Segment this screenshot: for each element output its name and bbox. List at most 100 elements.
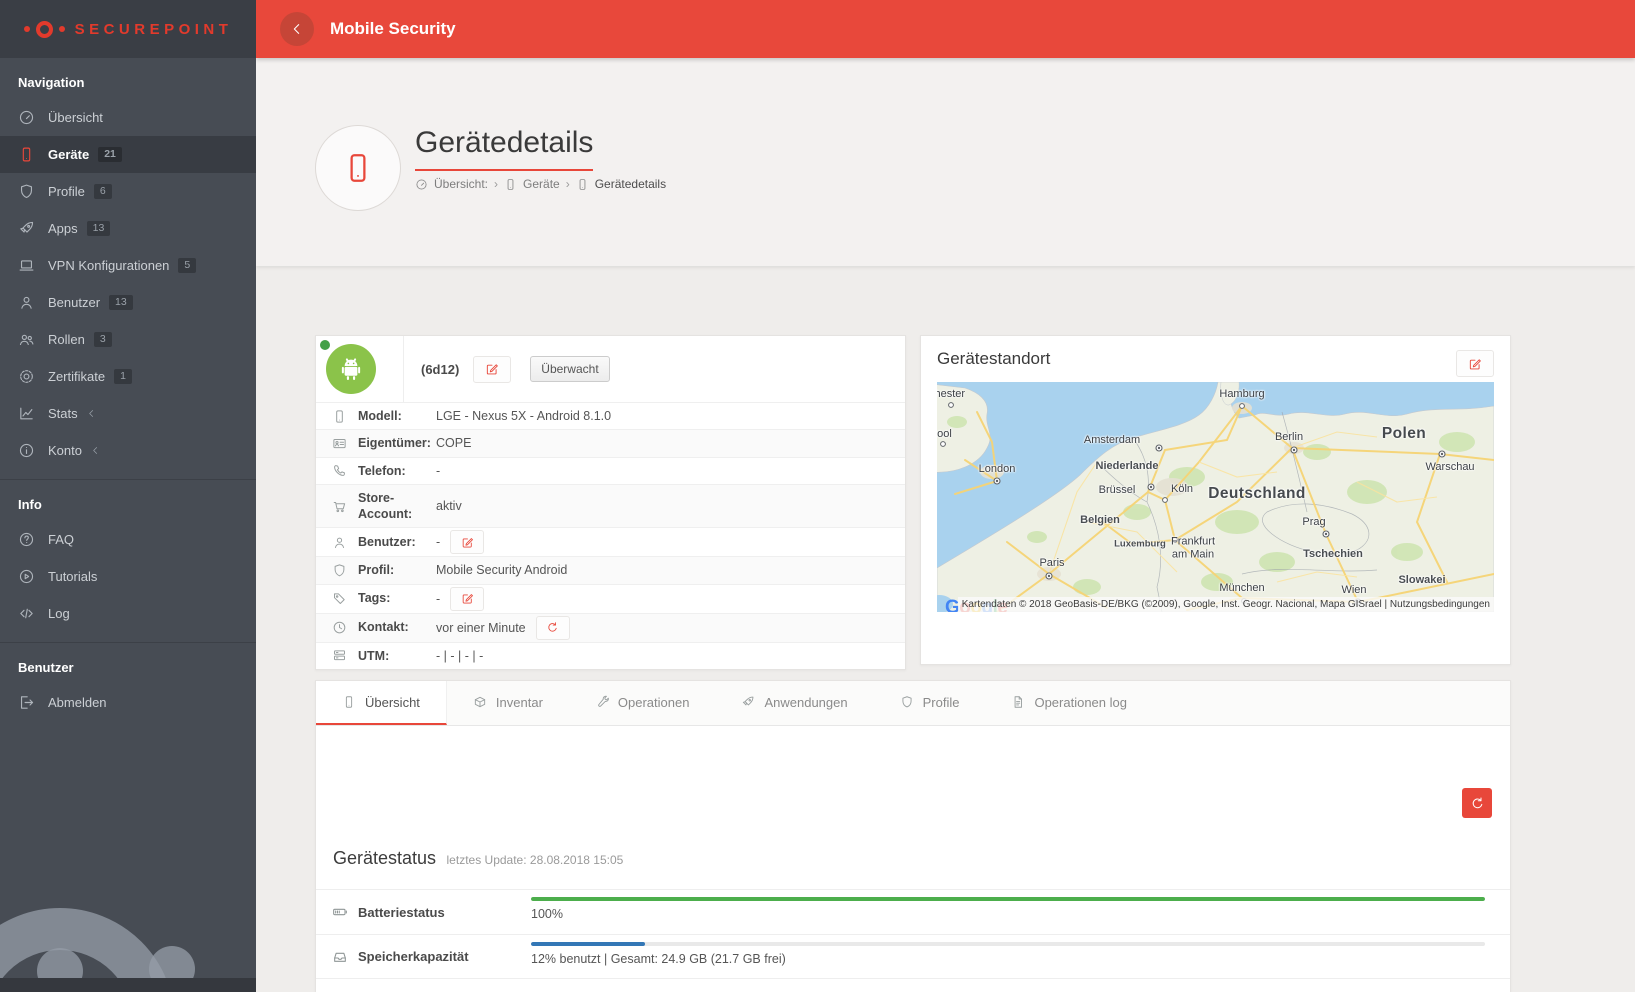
sidebar-item-rollen[interactable]: Rollen 3 [0,321,256,358]
sidebar-item-vpn-konfigurationen[interactable]: VPN Konfigurationen 5 [0,247,256,284]
count-badge: 13 [87,221,111,236]
sidebar-item-abmelden[interactable]: Abmelden [0,684,256,721]
tab-label: Operationen log [1034,695,1127,710]
gauge-icon [415,178,428,191]
file-icon [1011,695,1025,709]
shield-icon [332,563,347,578]
back-button[interactable] [280,12,314,46]
edit-user-button[interactable] [450,530,484,554]
sidebar-item-uebersicht[interactable]: Übersicht [0,99,256,136]
map-copyright-text: Kartendaten © 2018 GeoBasis-DE/BKG (©200… [962,599,1382,610]
refresh-status-button[interactable] [1462,788,1492,818]
page-title: Gerätedetails [415,126,593,171]
chevron-left-icon [289,21,305,37]
rocket-icon [18,220,35,237]
android-avatar [326,344,376,394]
edit-location-button[interactable] [1456,350,1494,377]
storage-value-text: 12% benutzt | Gesamt: 24.9 GB (21.7 GB f… [531,952,1485,966]
logo-dot-icon [24,26,30,32]
sidebar-item-label: Stats [48,406,78,421]
last-update-text: letztes Update: 28.08.2018 15:05 [447,853,624,867]
tab-inventar[interactable]: Inventar [447,681,569,725]
row-value: - [436,535,440,549]
device-row-store-account: Store-Account: aktiv [316,484,905,528]
terms-link[interactable]: Nutzungsbedingungen [1390,599,1490,610]
sidebar-item-log[interactable]: Log [0,595,256,632]
mobile-icon [341,151,375,185]
sidebar-item-profile[interactable]: Profile 6 [0,173,256,210]
sidebar-item-stats[interactable]: Stats [0,395,256,432]
android-icon [336,354,366,384]
user-icon [332,535,347,550]
tab-label: Operationen [618,695,690,710]
code-icon [18,605,35,622]
sidebar-item-label: Zertifikate [48,369,105,384]
sidebar-item-label: Log [48,606,70,621]
sidebar-item-label: Konto [48,443,82,458]
count-badge: 6 [94,184,112,199]
breadcrumb-geraete[interactable]: Geräte [523,177,560,191]
sidebar-item-konto[interactable]: Konto [0,432,256,469]
sidebar-item-label: Profile [48,184,85,199]
status-row-batteriestatus: Batteriestatus 100% [316,889,1510,934]
certificate-icon [18,368,35,385]
sidebar-item-tutorials[interactable]: Tutorials [0,558,256,595]
sidebar-item-faq[interactable]: FAQ [0,521,256,558]
sidebar-item-zertifikate[interactable]: Zertifikate 1 [0,358,256,395]
attribution-separator: | [1385,599,1388,610]
info-icon [18,442,35,459]
tab-profile[interactable]: Profile [874,681,986,725]
mobile-icon [332,409,347,424]
sidebar-item-benutzer[interactable]: Benutzer 13 [0,284,256,321]
tab-operationen-log[interactable]: Operationen log [985,681,1153,725]
count-badge: 3 [94,332,112,347]
user-icon [18,294,35,311]
wrench-icon [595,695,609,709]
row-label: Telefon: [358,458,436,484]
logo-ring-icon [36,21,53,38]
logout-icon [18,694,35,711]
row-value: vor einer Minute [436,621,526,635]
gauge-icon [18,109,35,126]
device-row-kontakt: Kontakt: vor einer Minute [316,613,905,642]
battery-progress-track [531,897,1485,901]
row-label: Tags: [358,585,436,611]
device-row-tags: Tags: - [316,584,905,613]
content-area: (6d12) Überwacht Modell: LGE - Nexus 5X … [256,266,1635,992]
device-row-telefon: Telefon: - [316,457,905,484]
sidebar-footer [0,978,256,992]
edit-tags-button[interactable] [450,587,484,611]
status-row-label: Batteriestatus [358,905,445,920]
handset-icon [332,463,347,478]
drive-icon [332,949,348,965]
map-canvas [937,382,1494,612]
tab-operationen[interactable]: Operationen [569,681,716,725]
device-row-utm: UTM: - | - | - | - [316,642,905,669]
refresh-icon [1470,796,1485,811]
refresh-contact-button[interactable] [536,616,570,640]
tab-uebersicht[interactable]: Übersicht [316,681,447,725]
edit-icon [461,536,474,549]
tab-anwendungen[interactable]: Anwendungen [715,681,873,725]
device-name: (6d12) [421,362,459,377]
clock-icon [332,620,347,635]
app-window: SECUREPOINT Navigation Übersicht Geräte … [0,0,1635,992]
row-label: Modell: [358,403,436,429]
brand-logo[interactable]: SECUREPOINT [0,0,256,58]
sidebar-item-label: VPN Konfigurationen [48,258,169,273]
sidebar: SECUREPOINT Navigation Übersicht Geräte … [0,0,256,992]
edit-icon [485,362,499,376]
online-status-dot [320,340,330,350]
count-badge: 5 [178,258,196,273]
breadcrumb-uebersicht[interactable]: Übersicht: [434,177,488,191]
sidebar-item-geraete[interactable]: Geräte 21 [0,136,256,173]
google-map[interactable]: chester pool Hamburg Amsterdam Niederlan… [937,382,1494,612]
device-row-modell: Modell: LGE - Nexus 5X - Android 8.1.0 [316,402,905,429]
mobile-icon [504,178,517,191]
status-row-label: Speicherkapazität [358,949,469,964]
storage-progress-track [531,942,1485,946]
logo-dot-icon [59,26,65,32]
edit-device-name-button[interactable] [473,356,511,383]
sidebar-item-apps[interactable]: Apps 13 [0,210,256,247]
tab-label: Inventar [496,695,543,710]
